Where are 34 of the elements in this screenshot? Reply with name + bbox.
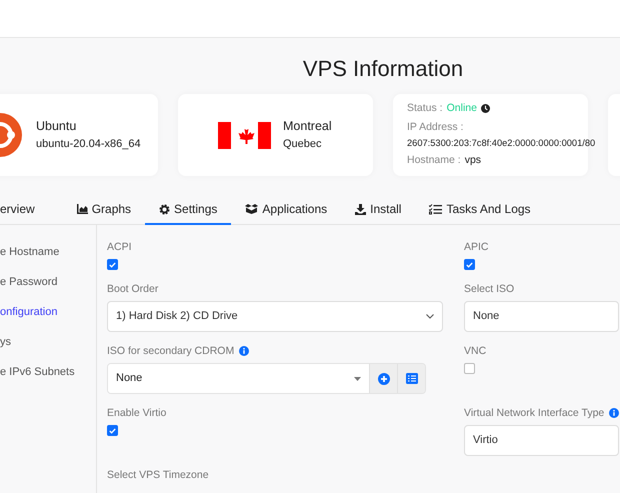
sidebar-item[interactable]: ys [0, 327, 11, 357]
field-label: Virtual Network Interface Type [464, 407, 604, 419]
page-title: VPS Information [302, 55, 464, 83]
field-label: ACPI [107, 241, 132, 253]
os-name: Ubuntu [36, 118, 78, 136]
hostname-label: Hostname : [407, 153, 461, 168]
tab[interactable]: Tasks And Logs [415, 195, 545, 225]
sidebar-item[interactable]: onfiguration [0, 297, 58, 327]
select-field[interactable]: 1) Hard Disk 2) CD Drive [107, 301, 443, 332]
field-label: Boot Order [107, 283, 158, 295]
field-label: ISO for secondary CDROM [107, 345, 234, 357]
region-name: Quebec [283, 137, 323, 152]
sidebar-item[interactable]: e Hostname [0, 237, 60, 267]
hostname-value: vps [464, 153, 482, 168]
tab[interactable]: Settings [145, 195, 232, 225]
tab[interactable]: Applications [231, 195, 342, 225]
sidebar-item[interactable]: e Password [0, 267, 58, 297]
field-label: Select VPS Timezone [107, 469, 209, 481]
field-label: Select ISO [464, 283, 514, 295]
status-value: Online [446, 100, 477, 116]
sidebar-item[interactable]: e IPv6 Subnets [0, 357, 75, 387]
status-label: Status : [407, 100, 443, 116]
ip-address: 2607:5300:203:7c8f:40e2:0000:0000:0001/80 [407, 137, 596, 150]
tab[interactable]: Graphs [62, 195, 146, 225]
tab[interactable]: Install [341, 195, 416, 225]
ip-label: IP Address : [407, 120, 464, 135]
os-version: ubuntu-20.04-x86_64 [36, 137, 141, 152]
field-label: APIC [464, 241, 489, 253]
field-label: Enable Virtio [107, 407, 166, 419]
select-field[interactable]: Virtio [464, 425, 619, 456]
field-label: VNC [464, 345, 486, 357]
select-field[interactable]: None [464, 301, 619, 332]
tab[interactable]: erview [0, 195, 49, 225]
city-name: Montreal [283, 118, 332, 136]
